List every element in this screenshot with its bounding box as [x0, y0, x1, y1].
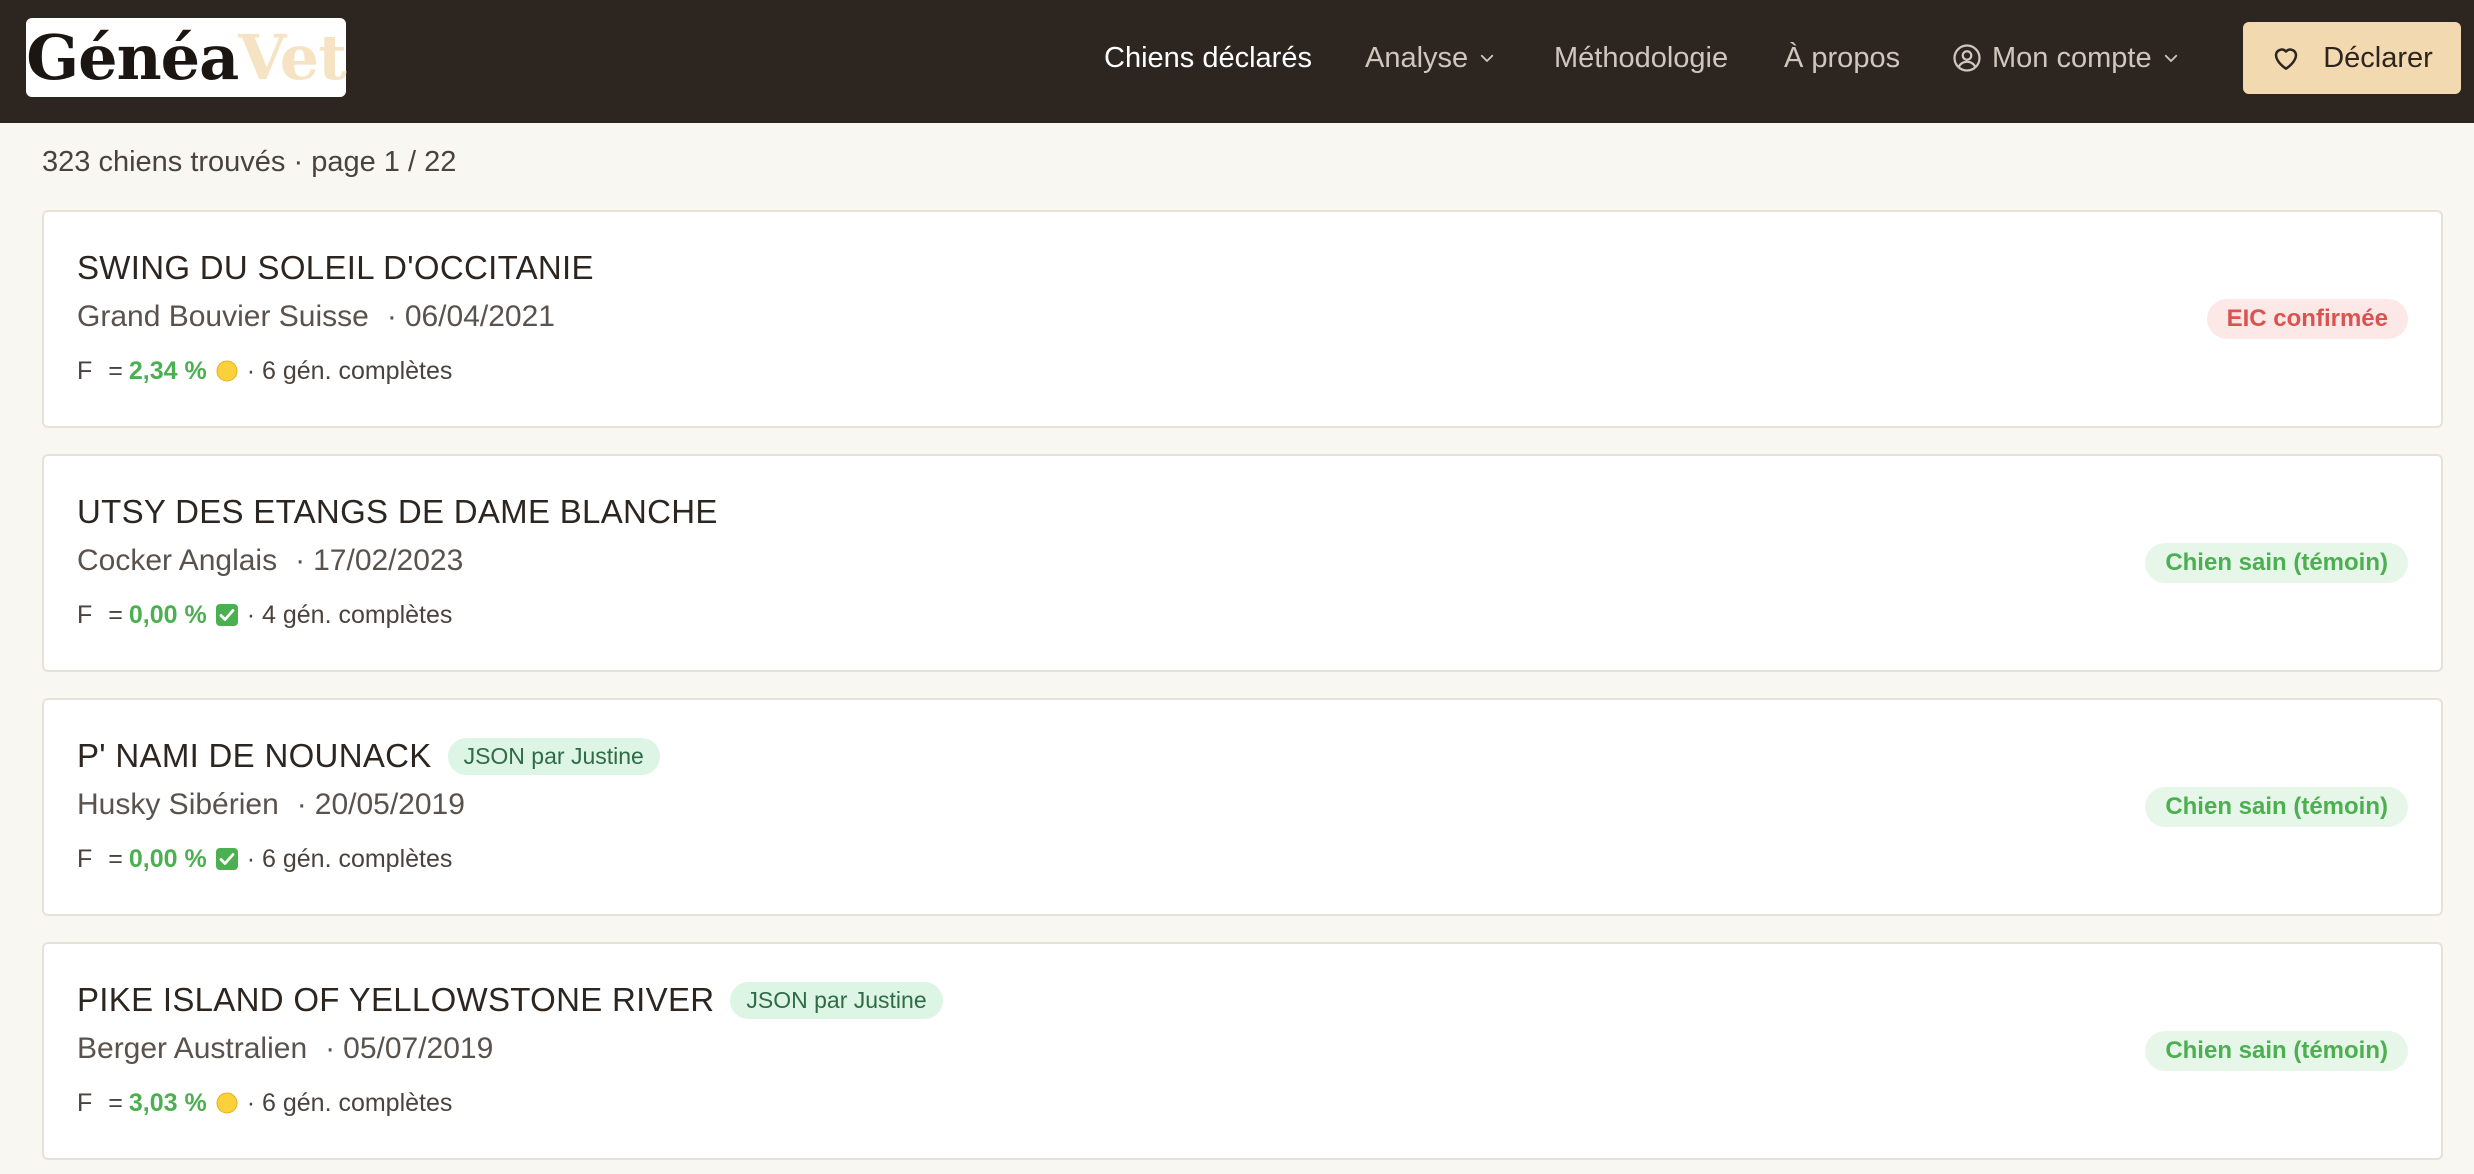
top-navbar: GénéaVet Chiens déclarés Analyse Méthodo…: [0, 0, 2474, 123]
nav-analysis-label: Analyse: [1365, 42, 1469, 74]
inbreeding-coefficient: F = 3,03 % · 6 gén. complètes: [77, 1086, 452, 1120]
coefficient-label: F: [77, 1088, 93, 1117]
nav-methodology[interactable]: Méthodologie: [1554, 36, 1728, 80]
coefficient-equals: =: [108, 356, 123, 385]
green-check-icon: [215, 604, 238, 626]
nav-about-label: À propos: [1784, 42, 1901, 74]
dog-card-title: PIKE ISLAND OF YELLOWSTONE RIVER JSON pa…: [77, 978, 943, 1022]
nav-declared-dogs[interactable]: Chiens déclarés: [1104, 36, 1312, 80]
dog-meta: Cocker Anglais · 17/02/2023: [77, 544, 463, 578]
dog-birth-date: 06/04/2021: [404, 300, 555, 333]
coefficient-value: 3,03 %: [128, 1088, 207, 1117]
json-source-badge: JSON par Justine: [730, 981, 943, 1019]
coefficient-value: 0,00 %: [128, 844, 207, 873]
logo[interactable]: GénéaVet: [26, 18, 347, 97]
coefficient-label: F: [77, 356, 93, 385]
generations-complete: · 4 gén. complètes: [246, 600, 453, 629]
coefficient-equals: =: [108, 844, 123, 873]
nav-account-label: Mon compte: [1992, 42, 2152, 74]
chevron-down-icon: [2164, 54, 2177, 62]
generations-complete: · 6 gén. complètes: [246, 844, 453, 873]
coefficient-label: F: [77, 600, 93, 629]
coefficient-equals: =: [108, 600, 123, 629]
nav-analysis-dropdown[interactable]: Analyse: [1365, 36, 1496, 80]
dog-birth-date: 17/02/2023: [313, 544, 464, 577]
dog-breed: Berger Australien: [77, 1032, 308, 1065]
user-circle-icon: [1953, 44, 1981, 72]
dog-card-title: P' NAMI DE NOUNACK JSON par Justine: [77, 734, 660, 778]
dog-card-title: SWING DU SOLEIL D'OCCITANIE: [77, 246, 594, 290]
dog-meta: Grand Bouvier Suisse · 06/04/2021: [77, 300, 555, 334]
json-source-badge: JSON par Justine: [447, 737, 660, 775]
declare-button-label: Déclarer: [2323, 41, 2433, 74]
heart-icon: [2274, 48, 2298, 70]
dog-name[interactable]: SWING DU SOLEIL D'OCCITANIE: [77, 249, 594, 287]
dog-name[interactable]: UTSY DES ETANGS DE DAME BLANCHE: [77, 493, 718, 531]
dog-meta: Berger Australien · 05/07/2019: [77, 1032, 493, 1066]
separator-dot: ·: [296, 788, 307, 821]
yellow-circle-icon: [216, 1092, 238, 1114]
inbreeding-coefficient: F = 0,00 % · 6 gén. complètes: [77, 842, 452, 876]
chevron-down-icon: [1480, 54, 1494, 62]
inbreeding-coefficient: F = 0,00 % · 4 gén. complètes: [77, 598, 452, 632]
status-badge: Chien sain (témoin): [2145, 543, 2408, 583]
nav-declared-dogs-label: Chiens déclarés: [1104, 42, 1312, 74]
dog-name[interactable]: P' NAMI DE NOUNACK: [77, 737, 432, 775]
dog-meta: Husky Sibérien · 20/05/2019: [77, 788, 465, 822]
dog-breed: Husky Sibérien: [77, 788, 279, 821]
coefficient-label: F: [77, 844, 93, 873]
green-check-icon: [215, 848, 238, 870]
nav-about[interactable]: À propos: [1784, 36, 1900, 80]
dog-breed: Grand Bouvier Suisse: [77, 300, 369, 333]
coefficient-equals: =: [108, 1088, 123, 1117]
dog-birth-date: 05/07/2019: [343, 1032, 494, 1065]
inbreeding-coefficient: F = 2,34 % · 6 gén. complètes: [77, 354, 452, 388]
status-badge: EIC confirmée: [2206, 299, 2408, 339]
coefficient-value: 0,00 %: [128, 600, 207, 629]
separator-dot: ·: [386, 300, 397, 333]
logo-text-primary: Généa: [26, 21, 239, 94]
status-badge: Chien sain (témoin): [2145, 787, 2408, 827]
dog-card[interactable]: SWING DU SOLEIL D'OCCITANIE Grand Bouvie…: [42, 210, 2443, 428]
declare-button[interactable]: Déclarer: [2243, 22, 2461, 94]
separator-dot: ·: [295, 544, 306, 577]
nav-methodology-label: Méthodologie: [1554, 42, 1729, 74]
logo-text-accent: Vet: [238, 21, 346, 94]
nav-account-dropdown[interactable]: Mon compte: [1952, 36, 2180, 80]
dog-name[interactable]: PIKE ISLAND OF YELLOWSTONE RIVER: [77, 981, 714, 1019]
generations-complete: · 6 gén. complètes: [246, 356, 453, 385]
dog-breed: Cocker Anglais: [77, 544, 278, 577]
separator-dot: ·: [325, 1032, 336, 1065]
status-badge: Chien sain (témoin): [2145, 1031, 2408, 1071]
yellow-circle-icon: [216, 360, 238, 382]
dog-card[interactable]: PIKE ISLAND OF YELLOWSTONE RIVER JSON pa…: [42, 942, 2443, 1160]
results-summary: 323 chiens trouvés · page 1 / 22: [42, 146, 457, 178]
dog-card[interactable]: P' NAMI DE NOUNACK JSON par Justine Husk…: [42, 698, 2443, 916]
dog-birth-date: 20/05/2019: [314, 788, 465, 821]
generations-complete: · 6 gén. complètes: [246, 1088, 453, 1117]
dog-card-title: UTSY DES ETANGS DE DAME BLANCHE: [77, 490, 718, 534]
coefficient-value: 2,34 %: [128, 356, 207, 385]
dog-card[interactable]: UTSY DES ETANGS DE DAME BLANCHE Cocker A…: [42, 454, 2443, 672]
